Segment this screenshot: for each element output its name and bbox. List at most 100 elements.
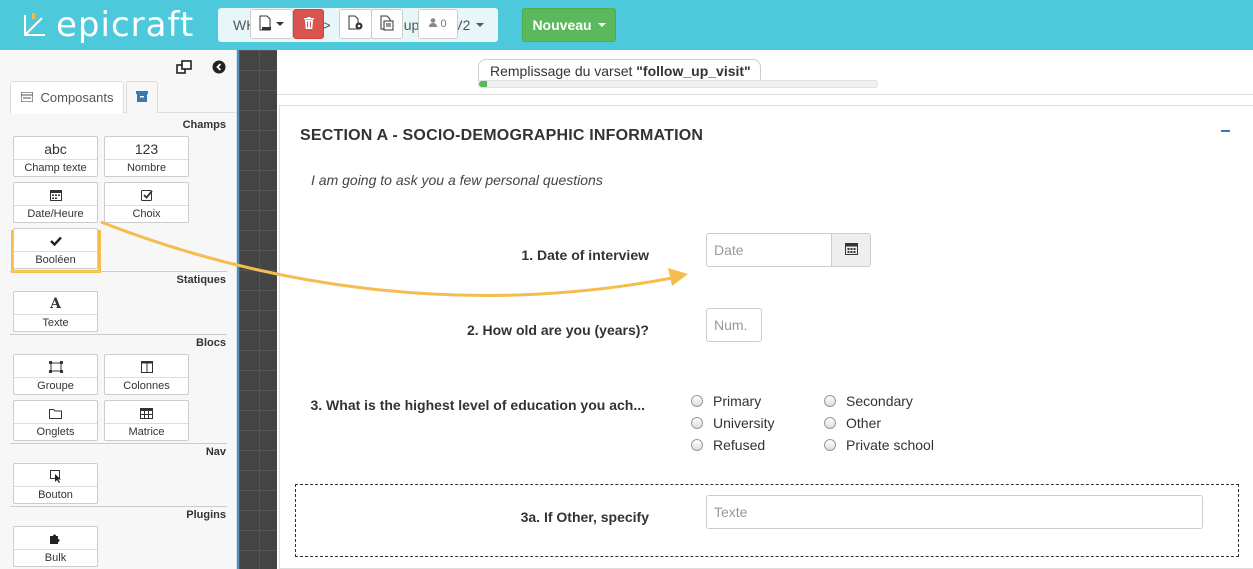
age-field[interactable]: Num. xyxy=(706,308,762,342)
cursor-icon xyxy=(49,466,62,486)
trash-icon xyxy=(303,16,314,32)
component-group[interactable]: Groupe xyxy=(13,354,98,395)
component-columns[interactable]: Colonnes xyxy=(104,354,189,395)
chevron-down-icon xyxy=(597,23,606,27)
radio-label: Other xyxy=(846,415,882,431)
question-label-date: 1. Date of interview xyxy=(521,247,649,263)
radio-option[interactable]: Refused xyxy=(691,437,765,453)
component-label: Groupe xyxy=(14,377,97,392)
radio-label: Private school xyxy=(846,437,934,453)
popout-icon[interactable] xyxy=(176,60,192,77)
progress-varset: "follow_up_visit" xyxy=(636,63,751,79)
date-picker-button[interactable] xyxy=(831,233,871,267)
component-datetime[interactable]: Date/Heure xyxy=(13,182,98,223)
component-static-text[interactable]: A Texte xyxy=(13,291,98,332)
radio-label: Secondary xyxy=(846,393,913,409)
puzzle-icon xyxy=(49,529,62,549)
radio-circle[interactable] xyxy=(691,395,703,407)
component-bulk[interactable]: Bulk xyxy=(13,526,98,567)
other-specify-field[interactable]: Texte xyxy=(706,495,1203,529)
radio-label: Primary xyxy=(713,393,762,409)
new-button-label: Nouveau xyxy=(532,17,592,33)
progress-fill xyxy=(479,81,487,87)
user-icon xyxy=(429,18,438,30)
delete-button[interactable] xyxy=(293,9,324,39)
radio-label: Refused xyxy=(713,437,766,453)
page-settings-icon xyxy=(348,15,364,34)
component-label: Nombre xyxy=(105,159,188,174)
other-placeholder: Texte xyxy=(714,504,748,520)
user-count: 0 xyxy=(440,18,447,30)
sidebar-icons xyxy=(176,60,226,77)
group-icon xyxy=(48,357,63,377)
number-icon: 123 xyxy=(134,141,159,157)
components-sidebar: Composants Champs abc Champ texte 123 No… xyxy=(0,50,237,569)
tab-components-label: Composants xyxy=(40,90,114,105)
component-number[interactable]: 123 Nombre xyxy=(104,136,189,177)
radio-circle[interactable] xyxy=(824,395,836,407)
component-button[interactable]: Bouton xyxy=(13,463,98,504)
page-icon xyxy=(259,15,273,34)
canvas-gutter xyxy=(237,50,277,569)
checkbox-icon xyxy=(140,185,153,205)
varset-progress-label: Remplissage du varset "follow_up_visit" xyxy=(478,59,761,81)
component-label: Colonnes xyxy=(105,377,188,392)
check-icon xyxy=(49,231,62,251)
component-tabs[interactable]: Onglets xyxy=(13,400,98,441)
page-menu-button[interactable] xyxy=(250,9,293,39)
top-bar: epicraft WHO Demo > Follow-up Visit V2 N… xyxy=(0,0,1253,50)
logo-mark-icon xyxy=(22,12,48,38)
radio-option[interactable]: Secondary xyxy=(824,393,913,409)
app-logo[interactable]: epicraft xyxy=(22,8,194,42)
date-placeholder: Date xyxy=(714,242,744,258)
editor-toolbar xyxy=(277,50,1253,95)
component-label: Bulk xyxy=(14,549,97,564)
section-title: SECTION A - SOCIO-DEMOGRAPHIC INFORMATIO… xyxy=(300,127,704,144)
question-label-other: 3a. If Other, specify xyxy=(520,509,649,525)
radio-circle[interactable] xyxy=(691,439,703,451)
radio-label: University xyxy=(713,415,775,431)
page-copy-button[interactable] xyxy=(371,9,403,39)
section-heading-statics: Statiques xyxy=(176,274,226,286)
archive-icon xyxy=(136,90,148,105)
tab-archive[interactable] xyxy=(126,81,158,113)
radio-option[interactable]: Private school xyxy=(824,437,934,453)
tab-components[interactable]: Composants xyxy=(10,81,124,114)
component-text-field[interactable]: abc Champ texte xyxy=(13,136,98,177)
radio-circle[interactable] xyxy=(691,417,703,429)
radio-option[interactable]: Other xyxy=(824,415,881,431)
divider xyxy=(10,271,227,272)
date-field[interactable]: Date xyxy=(706,233,832,267)
sidebar-tabs: Composants xyxy=(10,81,237,114)
divider xyxy=(10,443,227,444)
radio-option[interactable]: University xyxy=(691,415,774,431)
collapse-section-button[interactable] xyxy=(1221,130,1230,132)
columns-icon xyxy=(140,357,153,377)
folder-icon xyxy=(49,403,62,423)
component-matrix[interactable]: Matrice xyxy=(104,400,189,441)
radio-circle[interactable] xyxy=(824,439,836,451)
component-label: Date/Heure xyxy=(14,205,97,220)
list-icon xyxy=(19,90,34,105)
calendar-icon xyxy=(844,242,858,258)
age-placeholder: Num. xyxy=(714,317,748,333)
table-icon xyxy=(140,403,153,423)
new-button[interactable]: Nouveau xyxy=(522,8,616,42)
component-label: Texte xyxy=(14,314,97,329)
question-label-education: 3. What is the highest level of educatio… xyxy=(310,397,645,413)
component-choice[interactable]: Choix xyxy=(104,182,189,223)
component-label: Champ texte xyxy=(14,159,97,174)
calendar-icon xyxy=(49,185,62,205)
radio-option[interactable]: Primary xyxy=(691,393,761,409)
back-arrow-icon[interactable] xyxy=(212,60,226,77)
component-boolean[interactable]: Booléen xyxy=(13,228,98,269)
component-label: Onglets xyxy=(14,423,97,438)
divider xyxy=(10,506,227,507)
page-settings-button[interactable] xyxy=(339,9,372,39)
chevron-down-icon xyxy=(276,22,284,26)
chevron-down-icon xyxy=(476,23,485,27)
progress-prefix: Remplissage du varset xyxy=(490,63,637,79)
text-a-icon: A xyxy=(50,296,61,312)
radio-circle[interactable] xyxy=(824,417,836,429)
users-button[interactable]: 0 xyxy=(418,9,458,39)
